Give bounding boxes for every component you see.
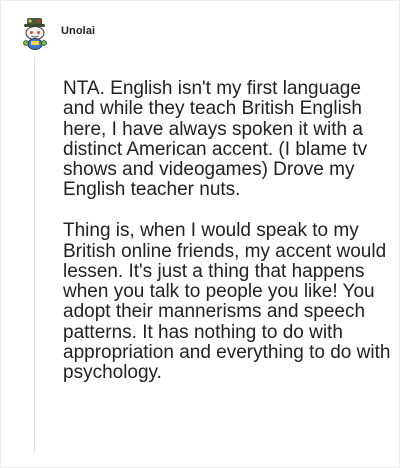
comment-author[interactable]: Unolai [61, 25, 95, 37]
avatar[interactable] [21, 17, 49, 51]
comment-body: NTA. English isn't my first language and… [63, 78, 393, 384]
snoo-avatar-icon [23, 18, 47, 50]
thread-line[interactable] [34, 57, 35, 453]
comment-paragraph: Thing is, when I would speak to my Briti… [63, 220, 391, 384]
comment-paragraph: NTA. English isn't my first language and… [63, 78, 368, 201]
comment-card: Unolai NTA. English isn't my first langu… [0, 0, 400, 468]
